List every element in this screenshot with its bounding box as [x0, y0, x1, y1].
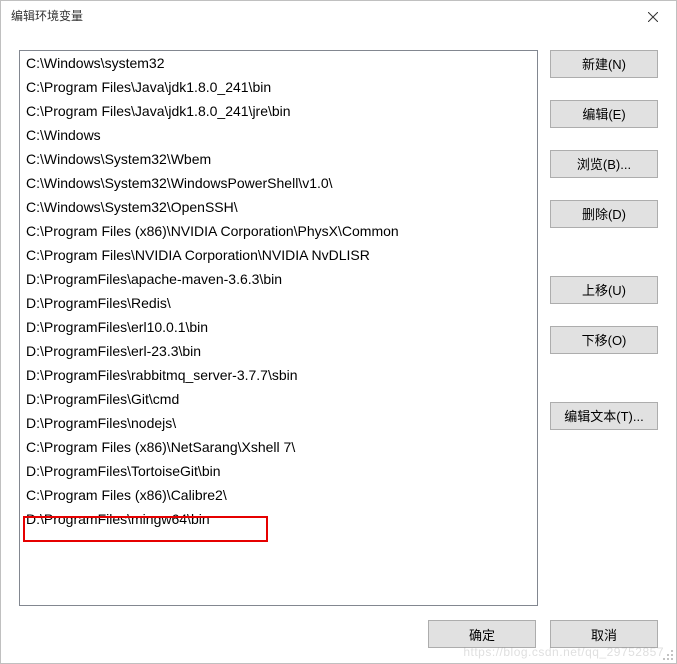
list-item[interactable]: C:\Program Files (x86)\NVIDIA Corporatio… [20, 219, 537, 243]
edit-text-button[interactable]: 编辑文本(T)... [550, 402, 658, 430]
content-area: C:\Windows\system32 C:\Program Files\Jav… [1, 30, 676, 616]
list-item[interactable]: D:\ProgramFiles\rabbitmq_server-3.7.7\sb… [20, 363, 537, 387]
delete-button[interactable]: 删除(D) [550, 200, 658, 228]
list-item[interactable]: C:\Program Files\Java\jdk1.8.0_241\bin [20, 75, 537, 99]
list-item[interactable]: D:\ProgramFiles\erl10.0.1\bin [20, 315, 537, 339]
list-item[interactable]: C:\Program Files\NVIDIA Corporation\NVID… [20, 243, 537, 267]
list-item[interactable]: D:\ProgramFiles\Git\cmd [20, 387, 537, 411]
list-item[interactable]: D:\ProgramFiles\erl-23.3\bin [20, 339, 537, 363]
footer: 确定 取消 [1, 616, 676, 663]
move-up-button[interactable]: 上移(U) [550, 276, 658, 304]
list-item[interactable]: D:\ProgramFiles\mingw64\bin [20, 507, 537, 531]
side-buttons: 新建(N) 编辑(E) 浏览(B)... 删除(D) 上移(U) 下移(O) 编… [550, 50, 658, 606]
list-item[interactable]: C:\Program Files (x86)\NetSarang\Xshell … [20, 435, 537, 459]
window-title: 编辑环境变量 [11, 7, 83, 24]
list-item[interactable]: C:\Windows\System32\WindowsPowerShell\v1… [20, 171, 537, 195]
list-item[interactable]: C:\Windows\System32\Wbem [20, 147, 537, 171]
move-down-button[interactable]: 下移(O) [550, 326, 658, 354]
list-item[interactable]: C:\Program Files\Java\jdk1.8.0_241\jre\b… [20, 99, 537, 123]
list-item[interactable]: C:\Windows\System32\OpenSSH\ [20, 195, 537, 219]
path-listbox[interactable]: C:\Windows\system32 C:\Program Files\Jav… [19, 50, 538, 606]
titlebar: 编辑环境变量 [1, 1, 676, 30]
close-button[interactable] [630, 1, 676, 33]
close-icon [648, 12, 658, 22]
browse-button[interactable]: 浏览(B)... [550, 150, 658, 178]
cancel-button[interactable]: 取消 [550, 620, 658, 648]
list-item[interactable]: D:\ProgramFiles\apache-maven-3.6.3\bin [20, 267, 537, 291]
ok-button[interactable]: 确定 [428, 620, 536, 648]
new-button[interactable]: 新建(N) [550, 50, 658, 78]
list-item[interactable]: D:\ProgramFiles\Redis\ [20, 291, 537, 315]
list-item[interactable]: D:\ProgramFiles\TortoiseGit\bin [20, 459, 537, 483]
edit-button[interactable]: 编辑(E) [550, 100, 658, 128]
list-item[interactable]: C:\Program Files (x86)\Calibre2\ [20, 483, 537, 507]
dialog-window: 编辑环境变量 C:\Windows\system32 C:\Program Fi… [0, 0, 677, 664]
list-item[interactable]: C:\Windows [20, 123, 537, 147]
list-item[interactable]: C:\Windows\system32 [20, 51, 537, 75]
list-item[interactable]: D:\ProgramFiles\nodejs\ [20, 411, 537, 435]
